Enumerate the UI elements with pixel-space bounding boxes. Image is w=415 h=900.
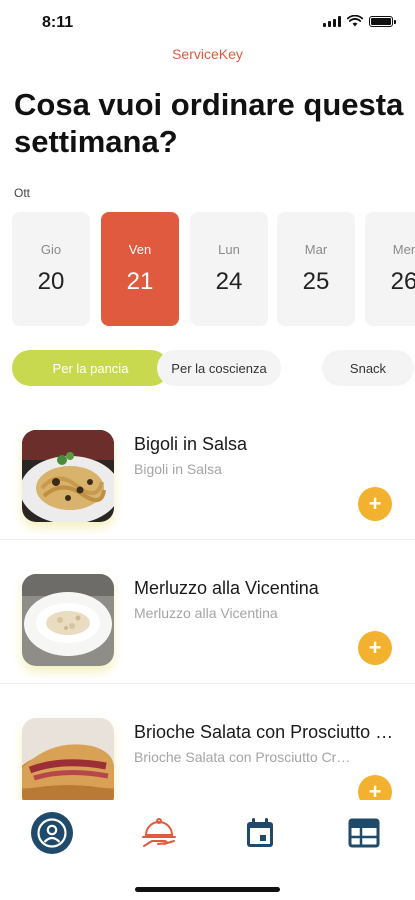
status-icons [323,15,396,27]
home-indicator [135,887,280,892]
tab-calendar[interactable] [237,810,283,856]
month-label: Ott [14,186,31,200]
battery-icon [369,15,396,27]
dish-card[interactable]: Brioche Salata con Prosciutto Crudo Brio… [0,698,415,800]
chip-per-la-pancia[interactable]: Per la pancia [12,350,169,386]
dish-card[interactable]: Merluzzo alla Vicentina Merluzzo alla Vi… [0,554,415,684]
table-icon [348,818,380,848]
chip-snack[interactable]: Snack [322,350,414,386]
dish-name: Brioche Salata con Prosciutto Crudo [134,722,396,742]
date-card-mon-24[interactable]: Lun 24 [190,212,268,326]
date-card-fri-21[interactable]: Ven 21 [101,212,179,326]
category-chips: Per la pancia Per la coscienza Snack [12,350,415,386]
dish-description: Merluzzo alla Vicentina [134,605,278,621]
cod-plate-image [22,574,114,666]
date-weekday: Lun [218,242,240,257]
status-bar: 8:11 [0,0,415,44]
date-strip: Gio 20 Ven 21 Lun 24 Mar 25 Mer 26 [12,212,415,328]
dish-card[interactable]: Bigoli in Salsa Bigoli in Salsa + [0,410,415,540]
date-card-tue-25[interactable]: Mar 25 [277,212,355,326]
add-to-order-button[interactable]: + [358,631,392,665]
calendar-icon [247,818,273,847]
date-card-thu-20[interactable]: Gio 20 [12,212,90,326]
dish-description: Brioche Salata con Prosciutto Crudo [134,749,358,765]
dish-name: Bigoli in Salsa [134,434,248,454]
date-number: 25 [302,268,330,295]
page-title: Cosa vuoi ordinare questa settimana? [14,87,404,159]
date-number: 20 [37,268,65,295]
date-number: 26 [390,268,415,295]
date-number: 21 [126,268,154,295]
tab-orders[interactable] [341,810,387,856]
date-number: 24 [215,268,243,295]
date-weekday: Mar [304,242,328,257]
tab-bar [0,800,415,900]
date-weekday: Ven [128,242,152,257]
brioche-plate-image [22,718,114,800]
chip-per-la-coscienza[interactable]: Per la coscienza [157,350,281,386]
signal-icon [323,15,341,27]
date-weekday: Gio [40,242,62,257]
status-time: 8:11 [42,14,74,31]
dish-name: Merluzzo alla Vicentina [134,578,319,598]
dish-description: Bigoli in Salsa [134,461,222,477]
add-to-order-button[interactable]: + [358,487,392,521]
cloche-icon [142,818,176,847]
tab-profile[interactable] [29,810,75,856]
date-weekday: Mer [392,242,415,257]
dish-list: Bigoli in Salsa Bigoli in Salsa + Merluz… [0,410,415,800]
date-card-wed-26[interactable]: Mer 26 [365,212,415,326]
user-circle-icon [31,812,73,854]
brand-label: ServiceKey [172,46,243,62]
pasta-plate-image [22,430,114,522]
add-to-order-button[interactable]: + [358,775,392,800]
tab-menu[interactable] [137,810,183,856]
wifi-icon [347,15,363,27]
